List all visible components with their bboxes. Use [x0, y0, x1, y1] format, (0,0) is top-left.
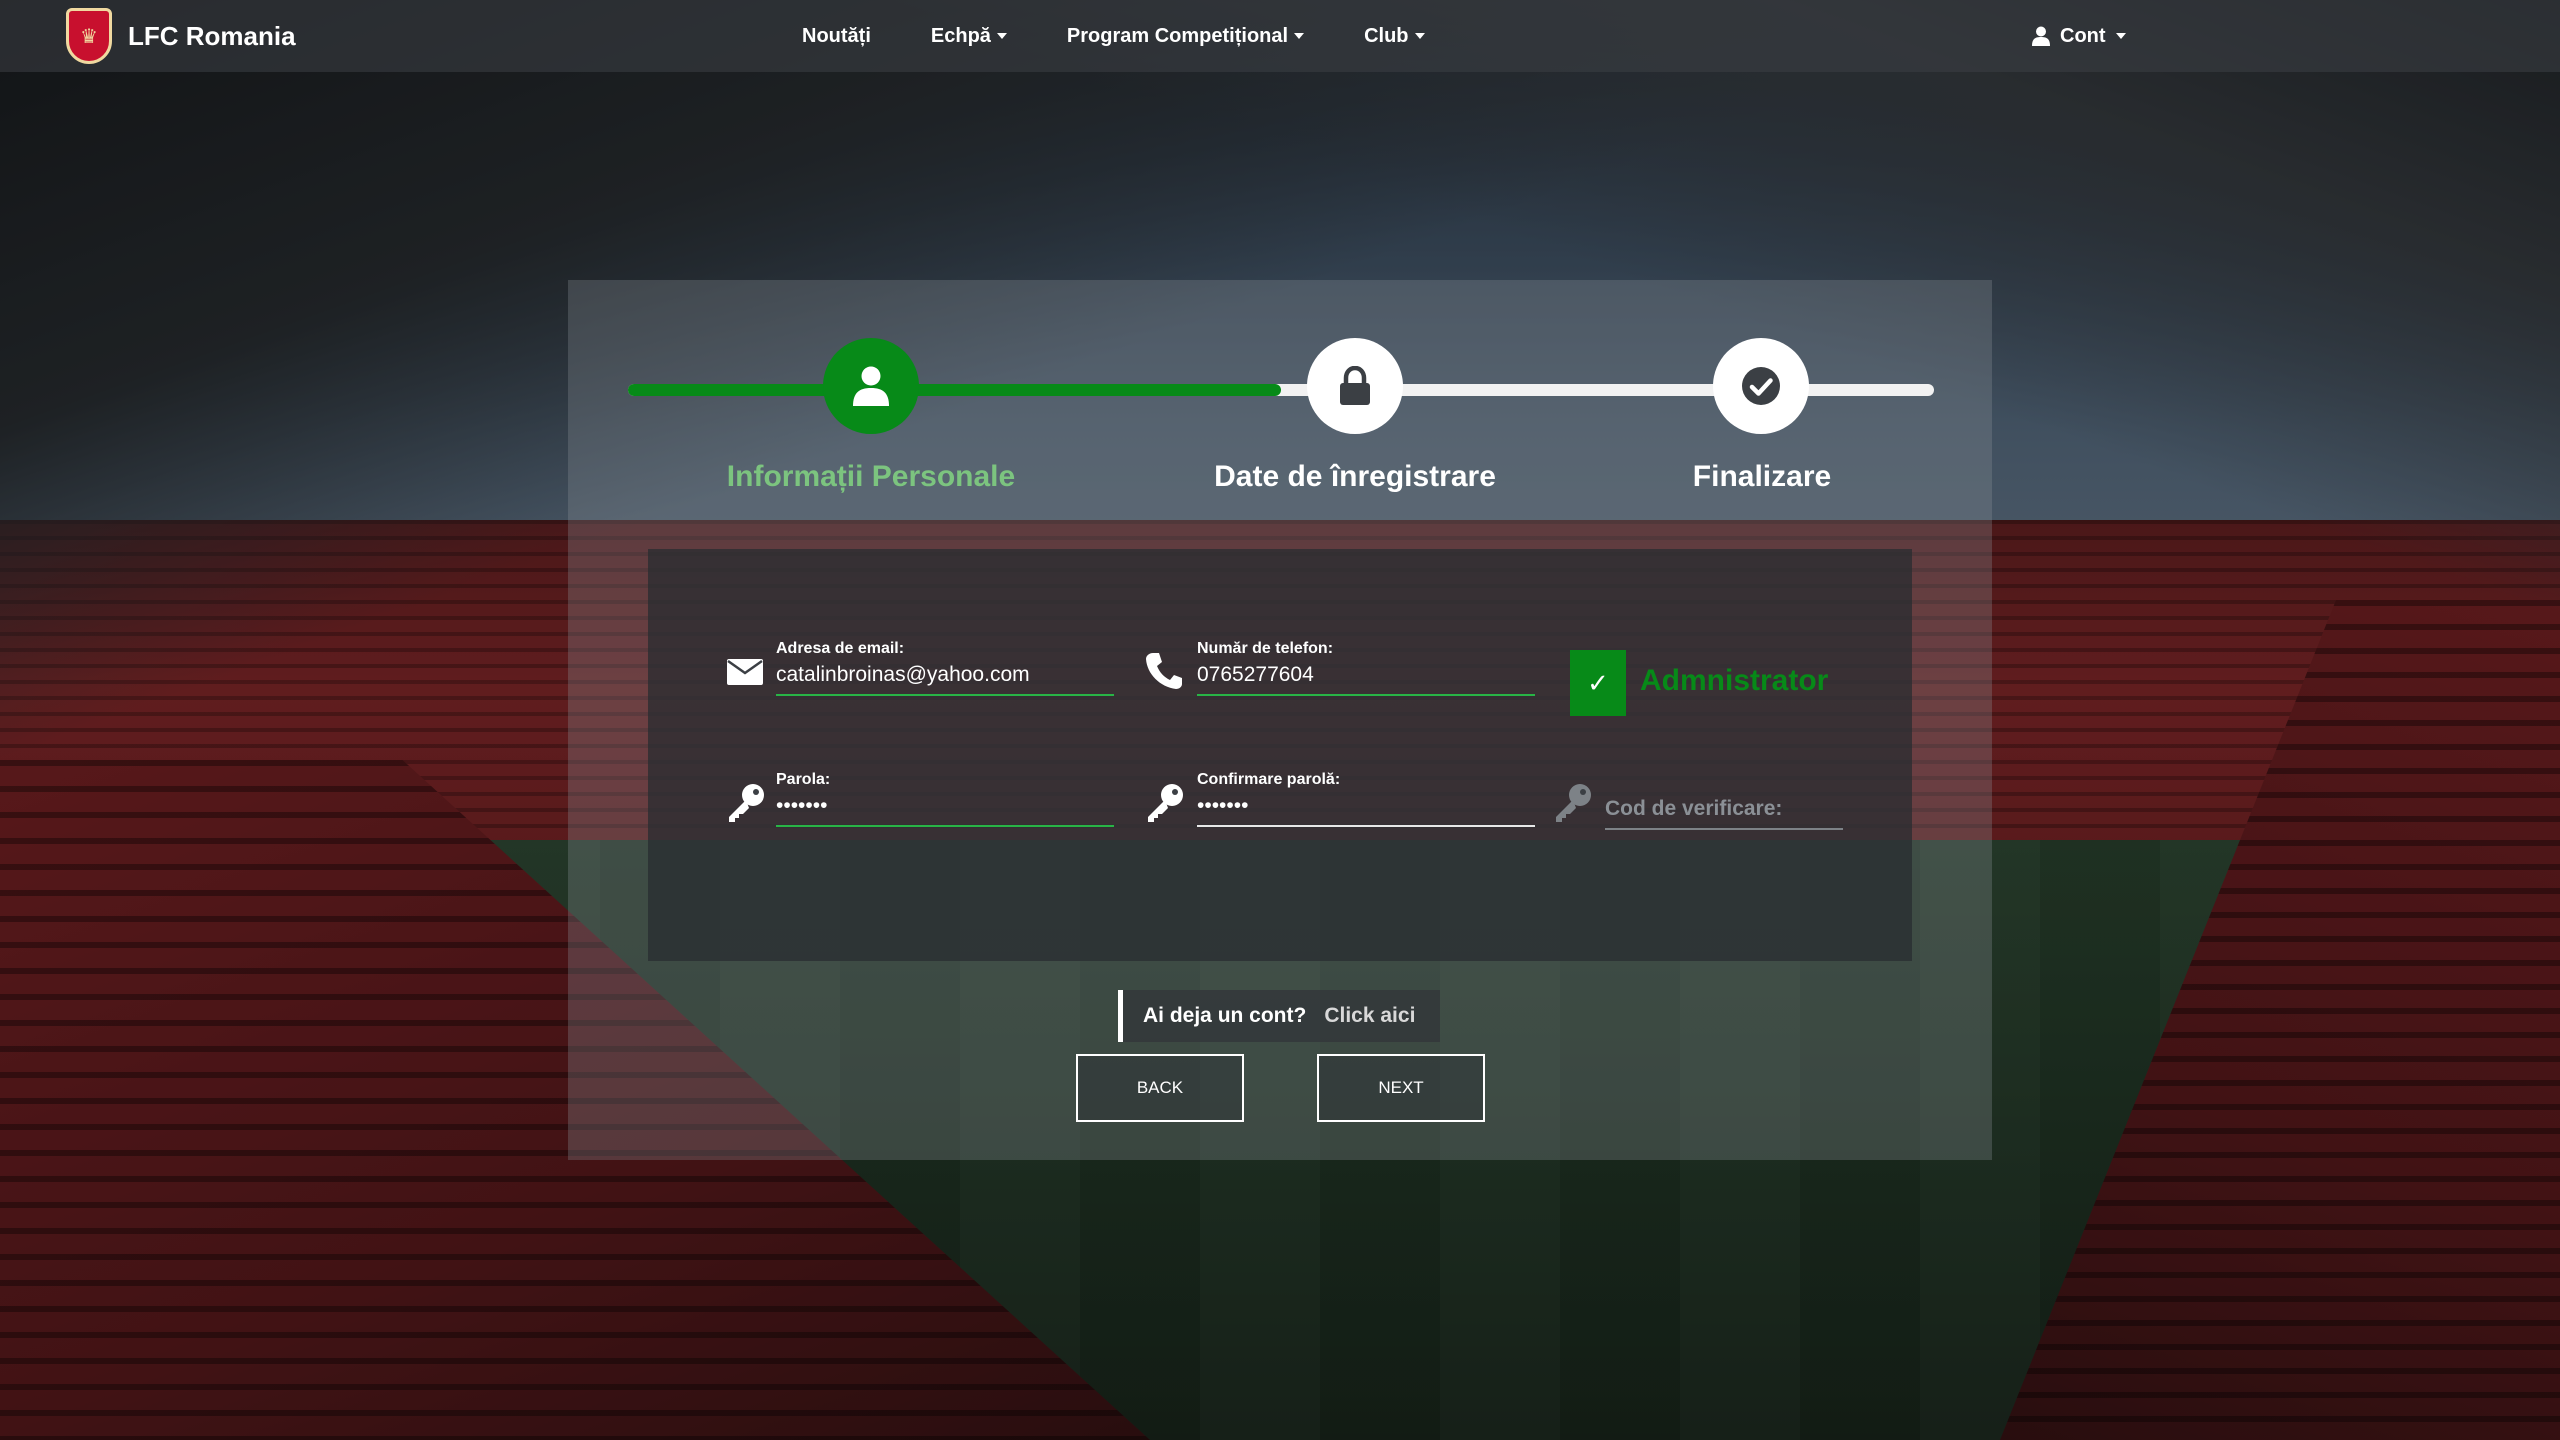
admin-checkbox[interactable]: ✓: [1570, 650, 1626, 716]
login-link[interactable]: Click aici: [1324, 1004, 1415, 1028]
top-navbar: ♛ LFC Romania Noutăți Echpă Program Comp…: [0, 0, 2560, 72]
step-personal-info[interactable]: [823, 338, 919, 434]
caret-down-icon: [2115, 33, 2126, 39]
lock-icon: [1340, 366, 1370, 405]
verification-code-field[interactable]: [1605, 790, 1843, 830]
step-label-finalize: Finalizare: [1692, 460, 1832, 493]
nav-link-program[interactable]: Program Competițional: [1066, 24, 1305, 48]
admin-label: Admnistrator: [1640, 664, 1829, 697]
key-icon: [1556, 784, 1591, 822]
nav-link-label: Echpă: [930, 24, 991, 47]
login-hint-question: Ai deja un cont?: [1143, 1004, 1307, 1027]
envelope-icon: [727, 659, 763, 685]
login-hint: Ai deja un cont? Click aici: [1118, 990, 1440, 1042]
brand-name: LFC Romania: [128, 20, 296, 51]
step-label-registration-data: Date de înregistrare: [1214, 460, 1496, 493]
form-container: [648, 549, 1912, 961]
progress-fill: [628, 384, 1281, 396]
phone-field[interactable]: [1197, 656, 1535, 696]
caret-down-icon: [1294, 33, 1305, 39]
key-icon: [1148, 784, 1183, 822]
caret-down-icon: [1414, 33, 1425, 39]
check-circle-icon: [1742, 367, 1780, 405]
phone-icon: [1146, 653, 1182, 689]
nav-link-club[interactable]: Club: [1364, 24, 1425, 48]
account-menu[interactable]: Cont: [2032, 0, 2126, 72]
liverpool-crest-icon: ♛: [66, 8, 112, 64]
password-field[interactable]: [776, 787, 1114, 827]
confirm-password-field[interactable]: [1197, 787, 1535, 827]
account-label: Cont: [2060, 24, 2106, 47]
next-button[interactable]: NEXT: [1317, 1054, 1485, 1122]
step-registration-data[interactable]: [1307, 338, 1403, 434]
step-label-personal-info: Informații Personale: [726, 460, 1016, 493]
nav-link-label: Noutăți: [802, 24, 871, 47]
brand-link[interactable]: ♛ LFC Romania: [66, 8, 296, 64]
nav-links: Noutăți Echpă Program Competițional Club: [802, 0, 1425, 72]
step-finalize[interactable]: [1713, 338, 1809, 434]
nav-link-echipa[interactable]: Echpă: [931, 25, 1007, 48]
key-icon: [729, 784, 764, 822]
caret-down-icon: [996, 33, 1007, 39]
checkmark-icon: ✓: [1587, 667, 1609, 698]
nav-link-label: Club: [1364, 24, 1409, 47]
nav-link-noutati[interactable]: Noutăți: [802, 25, 871, 48]
nav-link-label: Program Competițional: [1066, 24, 1289, 47]
user-icon: [2032, 26, 2050, 46]
email-field[interactable]: [776, 656, 1114, 696]
user-icon: [853, 366, 889, 406]
back-button[interactable]: BACK: [1076, 1054, 1244, 1122]
